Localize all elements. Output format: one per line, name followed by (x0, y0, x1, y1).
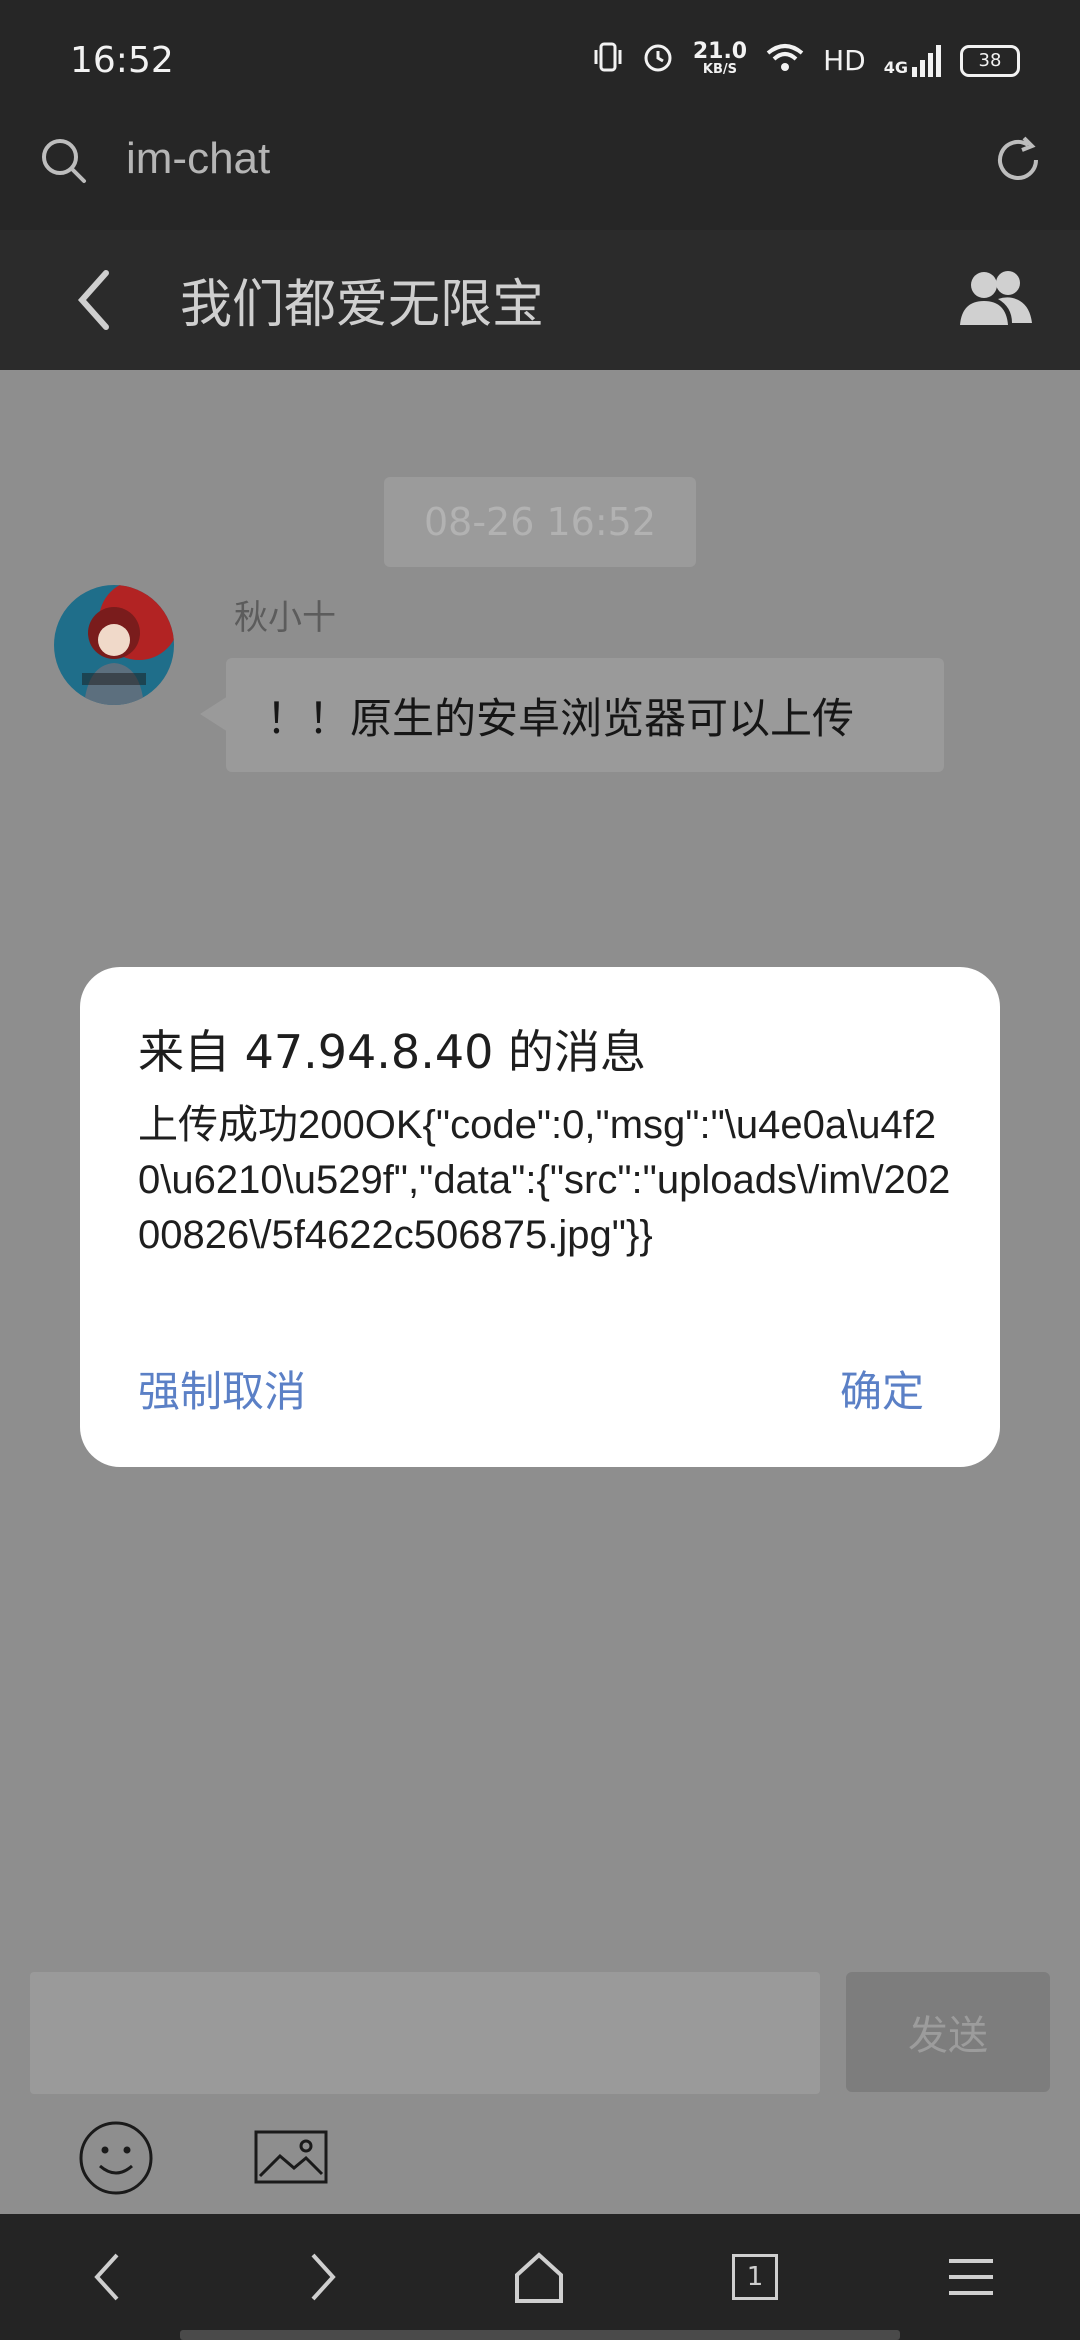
image-icon[interactable] (254, 2130, 328, 2190)
home-icon (515, 2252, 563, 2303)
nav-home-button[interactable] (494, 2240, 584, 2314)
vibrate-icon (593, 40, 623, 81)
nav-menu-button[interactable] (926, 2240, 1016, 2314)
dialog-title: 来自 47.94.8.40 的消息 (138, 1025, 646, 1079)
chevron-right-icon (311, 2253, 336, 2301)
bubble-tail (200, 696, 228, 732)
status-time: 16:52 (70, 40, 174, 81)
signal-icon (912, 44, 941, 77)
hd-label: HD (823, 44, 866, 77)
back-icon[interactable] (70, 265, 120, 339)
nav-tabs-button[interactable]: 1 (710, 2240, 800, 2314)
message-bubble[interactable]: ！！原生的安卓浏览器可以上传 (226, 658, 944, 772)
menu-icon (949, 2259, 993, 2295)
avatar[interactable] (54, 585, 174, 705)
message-input[interactable] (30, 1972, 820, 2094)
group-members-icon[interactable] (958, 265, 1034, 335)
confirm-button[interactable]: 确定 (840, 1358, 924, 1419)
tabs-count: 1 (732, 2254, 778, 2300)
chat-title: 我们都爱无限宝 (180, 275, 545, 335)
dialog-message: 上传成功200OK{"code":0,"msg":"\u4e0a\u4f20\u… (138, 1103, 951, 1257)
alarm-icon (641, 40, 675, 81)
force-cancel-button[interactable]: 强制取消 (138, 1358, 306, 1419)
status-icons: 21.0 KB/S HD 4G 38 (593, 40, 1020, 81)
wifi-icon (765, 41, 805, 80)
signal-indicator: 4G (884, 44, 942, 77)
send-button[interactable]: 发送 (846, 1972, 1050, 2092)
message-timestamp: 08-26 16:52 (384, 477, 696, 567)
scroll-indicator (180, 2330, 900, 2340)
emoji-icon[interactable] (78, 2120, 154, 2200)
nav-forward-button[interactable] (278, 2240, 368, 2314)
url-text[interactable]: im-chat (126, 134, 270, 184)
sender-name: 秋小十 (234, 598, 336, 638)
chevron-left-icon (94, 2253, 119, 2301)
search-icon[interactable] (38, 135, 90, 191)
network-speed: 21.0 KB/S (692, 38, 748, 77)
refresh-icon[interactable] (990, 132, 1046, 192)
nav-back-button[interactable] (62, 2240, 152, 2314)
battery-icon: 38 (960, 44, 1020, 77)
